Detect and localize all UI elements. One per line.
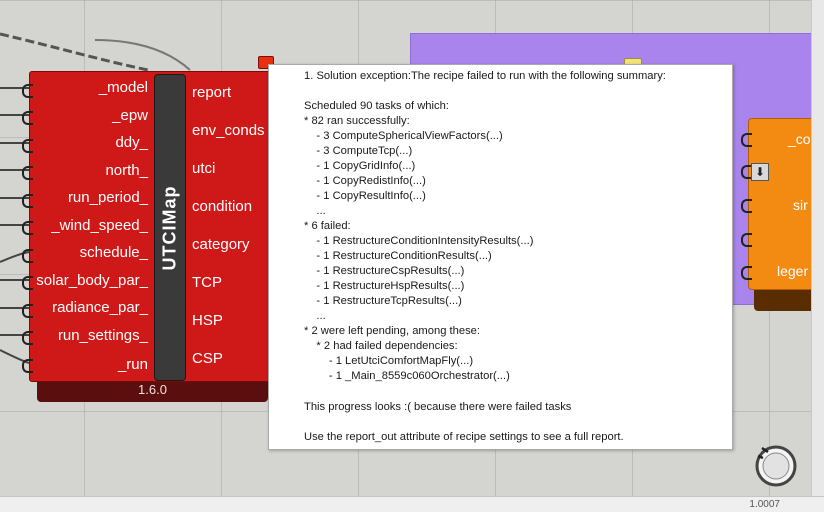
- tooltip-line: - 1 RestructureConditionIntensityResults…: [304, 235, 534, 247]
- input-solar-body-par[interactable]: solar_body_par_: [36, 272, 148, 289]
- output-report[interactable]: report: [192, 84, 231, 101]
- tooltip-line: - 1 CopyGridInfo(...): [304, 160, 416, 172]
- input-run[interactable]: _run: [118, 356, 148, 373]
- input-grip[interactable]: [741, 233, 752, 247]
- input-grip[interactable]: [741, 266, 752, 280]
- component-name-band[interactable]: UTCIMap: [154, 74, 186, 381]
- input-run-settings[interactable]: run_settings_: [58, 327, 148, 344]
- utci-map-component[interactable]: _model _epw ddy_ north_ run_period_ _win…: [22, 71, 271, 382]
- tooltip-line: - 1 RestructureConditionResults(...): [304, 250, 492, 262]
- output-utci[interactable]: utci: [192, 160, 215, 177]
- input-grip[interactable]: [22, 221, 33, 235]
- input-radiance-par[interactable]: radiance_par_: [52, 299, 148, 316]
- input-grip[interactable]: [22, 359, 33, 373]
- input-run-period[interactable]: run_period_: [68, 189, 148, 206]
- error-tooltip: 1. Solution exception:The recipe failed …: [268, 64, 733, 450]
- tooltip-line: - 3 ComputeSphericalViewFactors(...): [304, 130, 503, 142]
- tooltip-line: ...: [304, 205, 326, 217]
- input-grip[interactable]: [741, 133, 752, 147]
- input-grip[interactable]: [22, 304, 33, 318]
- status-bar: 1.0007: [0, 496, 824, 512]
- tooltip-line: * 82 ran successfully:: [304, 115, 410, 127]
- output-csp[interactable]: CSP: [192, 350, 223, 367]
- output-category[interactable]: category: [192, 236, 250, 253]
- tooltip-line: This progress looks :( because there wer…: [304, 401, 572, 413]
- input-grip[interactable]: [22, 166, 33, 180]
- input-epw[interactable]: _epw: [112, 107, 148, 124]
- tooltip-line: ...: [304, 310, 326, 322]
- input-schedule[interactable]: schedule_: [80, 244, 148, 261]
- vertical-scrollbar[interactable]: [811, 0, 824, 496]
- orange-input-label: leger: [777, 263, 809, 279]
- input-north[interactable]: north_: [105, 162, 148, 179]
- tooltip-line: - 1 RestructureCspResults(...): [304, 265, 465, 277]
- tooltip-line: - 1 CopyResultInfo(...): [304, 190, 426, 202]
- tooltip-line: - 3 ComputeTcp(...): [304, 145, 413, 157]
- input-grip[interactable]: [741, 199, 752, 213]
- input-grip[interactable]: [22, 331, 33, 345]
- tooltip-line: Use the report_out attribute of recipe s…: [304, 431, 624, 443]
- input-wind-speed[interactable]: _wind_speed_: [51, 217, 148, 234]
- orange-input-label: _co: [788, 131, 811, 147]
- tooltip-line: - 1 LetUtciComfortMapFly(...): [304, 355, 474, 367]
- tooltip-line: - 1 RestructureTcpResults(...): [304, 295, 462, 307]
- tooltip-line: 1. Solution exception:The recipe failed …: [304, 70, 666, 82]
- output-hsp[interactable]: HSP: [192, 312, 223, 329]
- input-ddy[interactable]: ddy_: [115, 134, 148, 151]
- component-title: UTCIMap: [159, 185, 180, 270]
- input-grip[interactable]: [22, 249, 33, 263]
- tooltip-line: - 1 RestructureHspResults(...): [304, 280, 465, 292]
- arrow-down-icon[interactable]: ⬇: [751, 163, 769, 181]
- tooltip-line: - 1 CopyRedistInfo(...): [304, 175, 426, 187]
- dashed-wire: [0, 32, 149, 72]
- output-condition[interactable]: condition: [192, 198, 252, 215]
- wire: [94, 39, 191, 71]
- output-tcp[interactable]: TCP: [192, 274, 222, 291]
- component-version: 1.6.0: [138, 382, 167, 397]
- tooltip-line: * 6 failed:: [304, 220, 351, 232]
- input-grip[interactable]: [22, 111, 33, 125]
- tooltip-line: Scheduled 90 tasks of which:: [304, 100, 449, 112]
- input-model[interactable]: _model: [99, 79, 148, 96]
- navigation-wheel-icon[interactable]: [754, 444, 798, 488]
- orange-input-label: sir: [793, 197, 808, 213]
- output-env-conds[interactable]: env_conds: [192, 122, 265, 139]
- input-grip[interactable]: [22, 276, 33, 290]
- input-grip[interactable]: [22, 194, 33, 208]
- tooltip-line: * 2 were left pending, among these:: [304, 325, 481, 337]
- input-grip[interactable]: [22, 84, 33, 98]
- tooltip-line: * 2 had failed dependencies:: [304, 340, 458, 352]
- input-grip[interactable]: [22, 139, 33, 153]
- orange-component[interactable]: _co sir leger: [741, 118, 814, 290]
- tooltip-line: - 1 _Main_8559c060Orchestrator(...): [304, 370, 510, 382]
- zoom-level: 1.0007: [749, 499, 780, 510]
